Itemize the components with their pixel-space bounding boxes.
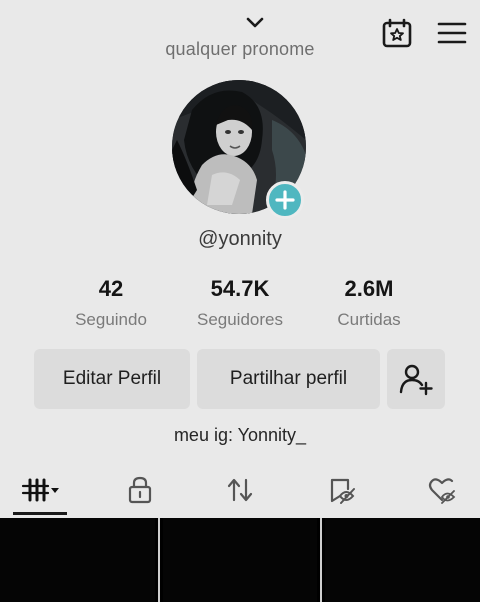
stat-followers-value: 54.7K [210,276,270,301]
tab-reposts[interactable] [220,472,260,508]
tab-liked[interactable] [422,472,462,508]
stat-followers[interactable]: 54.7K Seguidores [175,276,305,330]
tab-favorites[interactable] [322,472,362,508]
share-profile-button[interactable]: Partilhar perfil [197,349,380,409]
add-friend-button[interactable] [387,349,445,409]
add-photo-button[interactable] [266,181,304,219]
bio-text: meu ig: Yonnity_ [173,425,307,445]
stat-likes-label: Curtidas [337,310,401,329]
video-thumbnail[interactable] [162,518,318,602]
grid-divider [320,518,323,602]
video-thumbnail[interactable] [0,518,155,602]
video-thumbnail[interactable] [325,518,480,602]
calendar-star-icon[interactable] [381,18,413,48]
edit-profile-button[interactable]: Editar Perfil [34,349,190,409]
stat-followers-label: Seguidores [196,310,283,329]
hamburger-menu-icon[interactable] [437,21,467,45]
plus-icon [275,190,295,210]
video-grid [0,518,480,602]
stat-following-label: Seguindo [75,310,147,329]
stat-likes-value: 2.6M [344,276,394,301]
chevron-down-icon[interactable] [244,14,266,32]
stat-likes[interactable]: 2.6M Curtidas [304,276,434,330]
private-lock-icon [128,476,152,504]
tab-private[interactable] [120,472,160,508]
liked-hidden-icon [428,478,456,504]
stat-following-value: 42 [98,276,124,301]
add-user-icon [399,364,433,396]
grid-divider [157,518,160,602]
stat-following[interactable]: 42 Seguindo [46,276,176,330]
reposts-icon [227,478,253,502]
active-tab-indicator [13,512,67,515]
favorites-icon [330,478,355,504]
username: @yonnity [198,228,282,250]
tab-videos[interactable] [14,472,68,508]
videos-grid-icon [21,478,59,502]
